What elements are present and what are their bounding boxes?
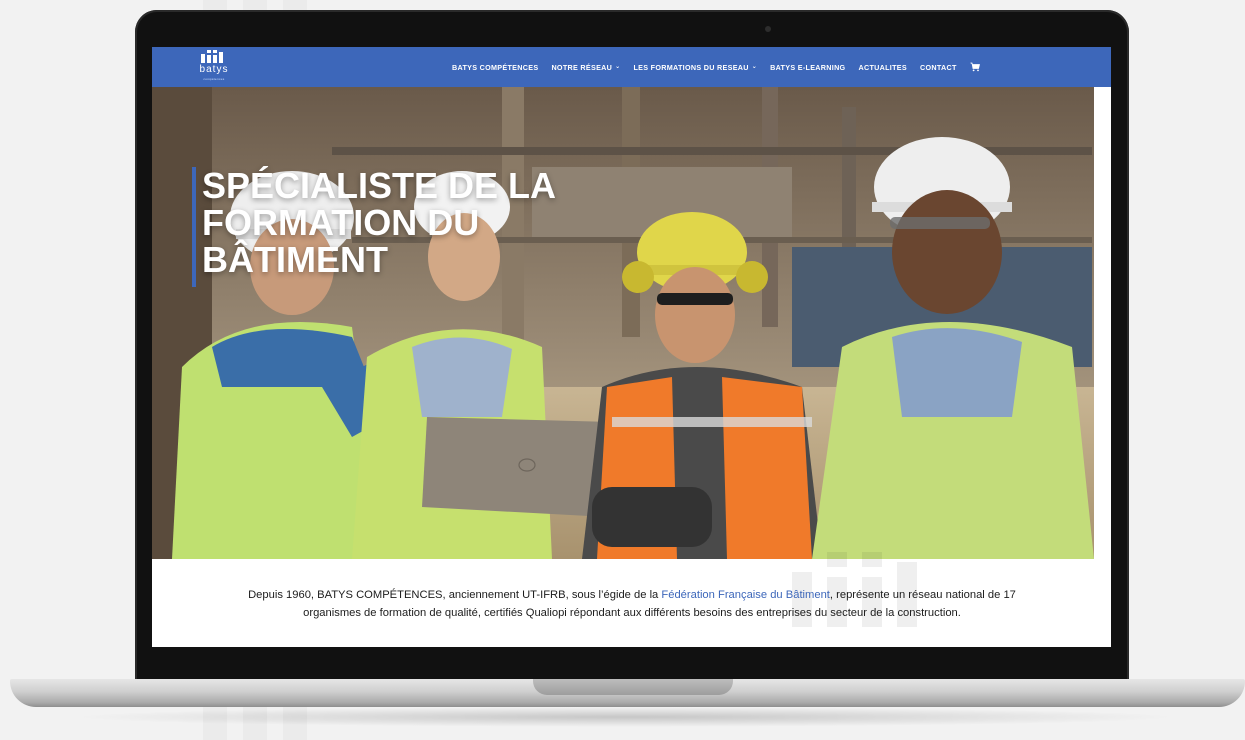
nav-item-contact[interactable]: CONTACT	[920, 63, 957, 72]
logo-mark-icon	[201, 50, 223, 63]
intro-paragraph: Depuis 1960, BATYS COMPÉTENCES, ancienne…	[232, 587, 1032, 622]
main-nav: BATYS COMPÉTENCES NOTRE RÉSEAU ⌄ LES FOR…	[452, 47, 980, 87]
nav-item-formations[interactable]: LES FORMATIONS DU RESEAU ⌄	[633, 63, 757, 72]
nav-item-notre-reseau[interactable]: NOTRE RÉSEAU ⌄	[551, 63, 620, 72]
nav-item-e-learning[interactable]: BATYS E-LEARNING	[770, 63, 845, 72]
logo-text: batys	[199, 64, 229, 75]
nav-item-label: CONTACT	[920, 62, 957, 72]
laptop-shadow	[70, 707, 1180, 727]
site-logo[interactable]: batys compétences	[194, 47, 234, 87]
cart-icon[interactable]	[970, 62, 980, 72]
hero-banner: SPÉCIALISTE DE LA FORMATION DU BÂTIMENT	[152, 87, 1094, 559]
nav-item-label: BATYS E-LEARNING	[770, 62, 846, 72]
nav-item-label: NOTRE RÉSEAU	[551, 62, 613, 72]
intro-text: Depuis 1960, BATYS COMPÉTENCES, ancienne…	[248, 589, 662, 601]
camera-icon	[765, 26, 771, 32]
nav-item-batys-competences[interactable]: BATYS COMPÉTENCES	[452, 63, 538, 72]
nav-item-label: ACTUALITES	[858, 62, 907, 72]
logo-subtext: compétences	[203, 77, 225, 81]
website-display: batys compétences BATYS COMPÉTENCES NOTR…	[152, 47, 1111, 647]
nav-item-actualites[interactable]: ACTUALITES	[858, 63, 907, 72]
hero-title: SPÉCIALISTE DE LA FORMATION DU BÂTIMENT	[202, 167, 622, 278]
hero-accent-bar	[192, 167, 196, 287]
nav-item-label: BATYS COMPÉTENCES	[452, 62, 539, 72]
hero-title-line: BÂTIMENT	[202, 239, 388, 280]
chevron-down-icon: ⌄	[751, 64, 758, 70]
chevron-down-icon: ⌄	[615, 64, 621, 70]
site-header: batys compétences BATYS COMPÉTENCES NOTR…	[152, 47, 1111, 87]
hero-photo	[152, 87, 1094, 559]
nav-item-label: LES FORMATIONS DU RESEAU	[633, 62, 749, 72]
laptop-notch	[533, 679, 733, 695]
ffb-link[interactable]: Fédération Française du Bâtiment	[661, 589, 830, 601]
hero-title-line: SPÉCIALISTE DE LA	[202, 165, 557, 206]
hero-title-line: FORMATION DU	[202, 202, 480, 243]
